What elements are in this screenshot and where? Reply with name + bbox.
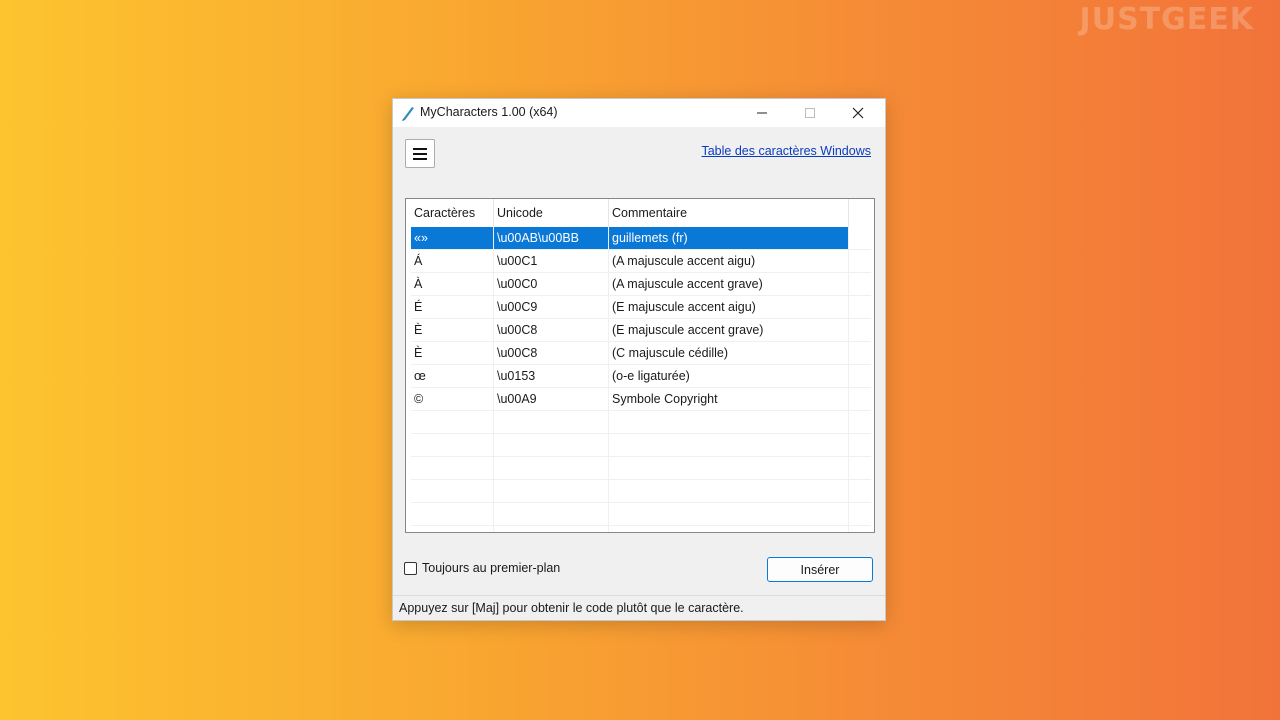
cell-unicode: \u00C1 [494, 250, 609, 272]
cell-character: É [411, 296, 494, 318]
table-row[interactable]: À \u00C0 (A majuscule accent grave) [411, 273, 871, 296]
empty-cell [411, 411, 494, 433]
table-header: Caractères Unicode Commentaire [411, 199, 849, 228]
table-row[interactable]: œ \u0153 (o-e ligaturée) [411, 365, 871, 388]
cell-comment: Symbole Copyright [609, 388, 849, 410]
pen-icon [402, 107, 414, 121]
cell-comment: guillemets (fr) [609, 227, 849, 249]
menu-button[interactable] [405, 139, 435, 168]
cell-comment: (A majuscule accent grave) [609, 273, 849, 295]
cell-unicode: \u00AB\u00BB [494, 227, 609, 249]
cell-character: Á [411, 250, 494, 272]
cell-character: «» [411, 227, 494, 249]
always-on-top-option[interactable]: Toujours au premier-plan [404, 561, 560, 575]
window-title: MyCharacters 1.00 (x64) [420, 105, 558, 119]
column-header-characters[interactable]: Caractères [411, 199, 494, 227]
table-row[interactable]: © \u00A9 Symbole Copyright [411, 388, 871, 411]
empty-cell [411, 434, 494, 456]
table-row[interactable]: È \u00C8 (E majuscule accent grave) [411, 319, 871, 342]
empty-cell [494, 503, 609, 525]
characters-table[interactable]: Caractères Unicode Commentaire «» \u00AB… [405, 198, 875, 533]
cell-character: È [411, 319, 494, 341]
always-on-top-label[interactable]: Toujours au premier-plan [422, 561, 560, 575]
cell-comment: (E majuscule accent grave) [609, 319, 849, 341]
empty-cell [609, 434, 849, 456]
empty-cell [411, 480, 494, 502]
empty-cell [411, 526, 494, 532]
close-button[interactable] [835, 99, 881, 127]
cell-unicode: \u00C9 [494, 296, 609, 318]
cell-character: œ [411, 365, 494, 387]
cell-character: À [411, 273, 494, 295]
empty-row [411, 526, 871, 532]
cell-unicode: \u00C8 [494, 342, 609, 364]
empty-row [411, 434, 871, 457]
watermark-logo: JUSTGEEK [1079, 2, 1254, 37]
cell-unicode: \u00C8 [494, 319, 609, 341]
empty-row [411, 411, 871, 434]
insert-button[interactable]: Insérer [767, 557, 873, 582]
title-bar[interactable]: MyCharacters 1.00 (x64) [393, 99, 885, 127]
empty-cell [494, 434, 609, 456]
cell-character: © [411, 388, 494, 410]
table-row[interactable]: Á \u00C1 (A majuscule accent aigu) [411, 250, 871, 273]
minimize-button[interactable] [739, 99, 785, 127]
minimize-icon [757, 112, 767, 114]
cell-unicode: \u00C0 [494, 273, 609, 295]
maximize-button[interactable] [787, 99, 833, 127]
table-row[interactable]: É \u00C9 (E majuscule accent aigu) [411, 296, 871, 319]
empty-cell [411, 503, 494, 525]
empty-cell [609, 457, 849, 479]
empty-cell [494, 411, 609, 433]
cell-comment: (C majuscule cédille) [609, 342, 849, 364]
cell-character: È [411, 342, 494, 364]
empty-cell [494, 526, 609, 532]
empty-cell [609, 480, 849, 502]
empty-cell [609, 503, 849, 525]
empty-row [411, 480, 871, 503]
table-row[interactable]: «» \u00AB\u00BB guillemets (fr) [411, 227, 871, 250]
empty-cell [609, 526, 849, 532]
always-on-top-checkbox[interactable] [404, 561, 417, 575]
empty-cell [609, 411, 849, 433]
app-window: MyCharacters 1.00 (x64) Table des caract… [392, 98, 886, 621]
column-header-comment[interactable]: Commentaire [609, 199, 849, 227]
cell-unicode: \u00A9 [494, 388, 609, 410]
status-bar: Appuyez sur [Maj] pour obtenir le code p… [393, 595, 885, 620]
empty-row [411, 457, 871, 480]
cell-comment: (o-e ligaturée) [609, 365, 849, 387]
table-row[interactable]: È \u00C8 (C majuscule cédille) [411, 342, 871, 365]
table-body: «» \u00AB\u00BB guillemets (fr) Á \u00C1… [411, 227, 871, 532]
empty-cell [494, 480, 609, 502]
cell-comment: (A majuscule accent aigu) [609, 250, 849, 272]
empty-cell [494, 457, 609, 479]
empty-cell [411, 457, 494, 479]
empty-row [411, 503, 871, 526]
column-header-unicode[interactable]: Unicode [494, 199, 609, 227]
maximize-icon [805, 108, 815, 118]
cell-comment: (E majuscule accent aigu) [609, 296, 849, 318]
windows-charmap-link[interactable]: Table des caractères Windows [701, 144, 871, 158]
hamburger-icon [413, 147, 427, 160]
cell-unicode: \u0153 [494, 365, 609, 387]
close-icon [852, 107, 864, 119]
